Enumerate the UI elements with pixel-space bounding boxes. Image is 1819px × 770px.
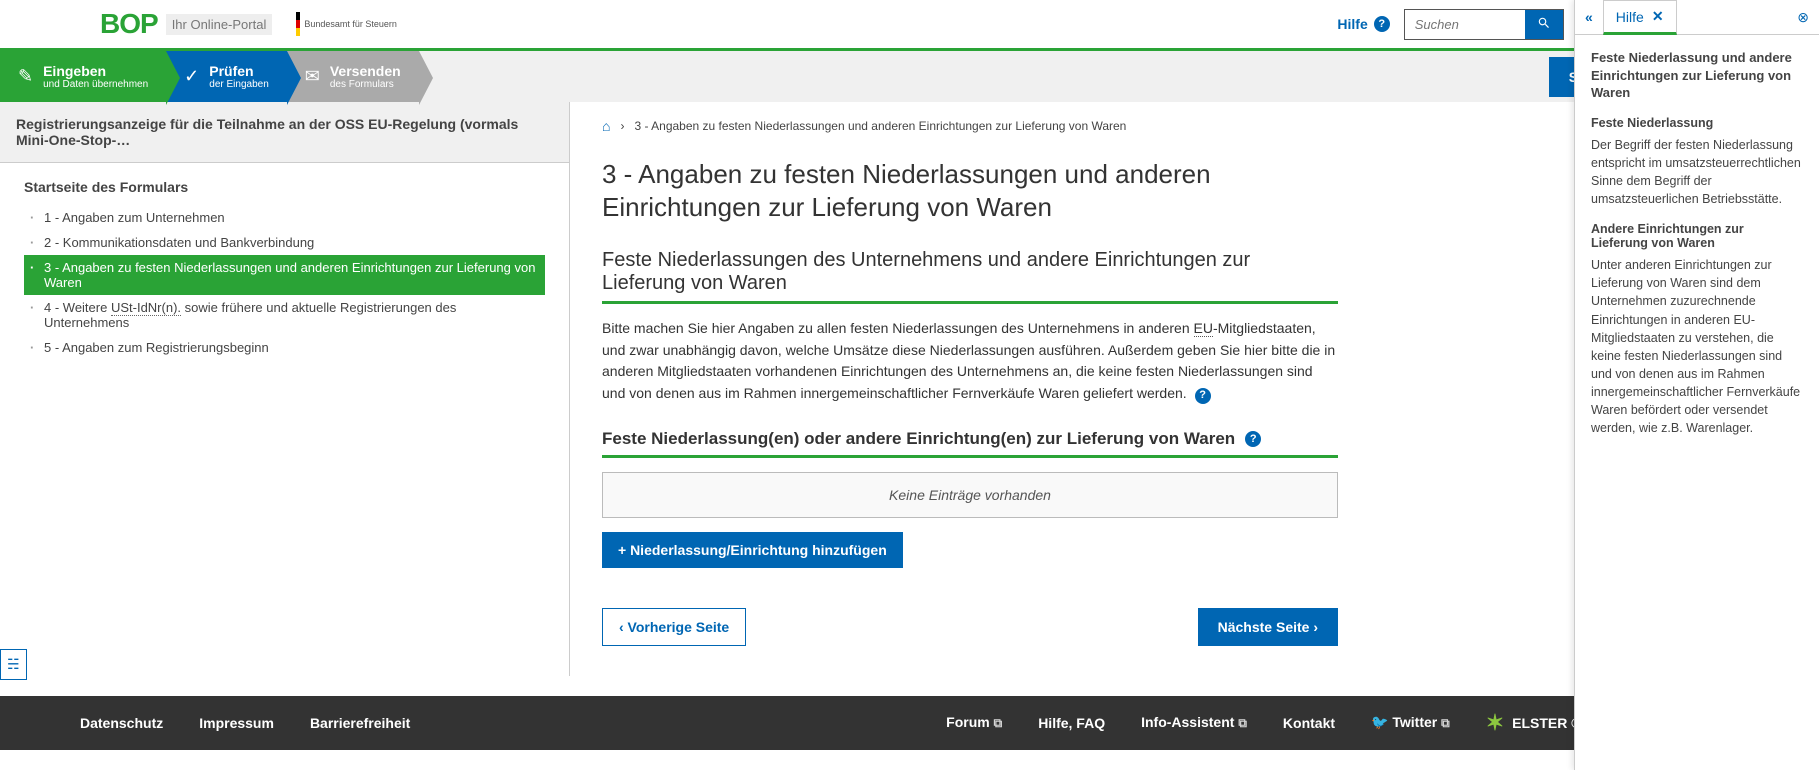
footer: Datenschutz Impressum Barrierefreiheit F… <box>0 696 1819 750</box>
breadcrumb: ⌂ › 3 - Angaben zu festen Niederlassunge… <box>602 118 1338 134</box>
question-icon[interactable]: ? <box>1245 431 1261 447</box>
help-tab[interactable]: Hilfe ✕ <box>1603 0 1677 35</box>
help-panel: « Hilfe ✕ ⊗ Feste Niederlassung und ande… <box>1574 0 1819 770</box>
flag-icon <box>296 12 300 36</box>
wizard-step-eingeben[interactable]: ✎ Eingebenund Daten übernehmen <box>0 51 166 102</box>
help-minimize-icon[interactable]: ⊗ <box>1787 3 1819 32</box>
app-header: BOP Ihr Online-Portal Bundesamt für Steu… <box>0 0 1819 51</box>
footer-elster: ✶ELSTER ® <box>1486 710 1582 736</box>
ust-abbr: USt-IdNr(n). <box>111 300 181 316</box>
wiz3-title: Versenden <box>330 63 401 79</box>
help-title: Feste Niederlassung und andere Einrichtu… <box>1591 49 1803 102</box>
external-icon: ⧉ <box>1441 716 1450 730</box>
section-description: Bitte machen Sie hier Angaben zu allen f… <box>602 318 1338 405</box>
external-icon: ⧉ <box>994 716 1003 730</box>
bund-label: Bundesamt für Steuern <box>304 19 397 29</box>
help-body: Feste Niederlassung und andere Einrichtu… <box>1575 35 1819 451</box>
footer-info[interactable]: Info-Assistent ⧉ <box>1141 714 1247 731</box>
footer-datenschutz[interactable]: Datenschutz <box>80 715 163 731</box>
next-page-button[interactable]: Nächste Seite › <box>1198 608 1338 646</box>
footer-twitter[interactable]: 🐦 Twitter ⧉ <box>1371 714 1450 731</box>
footer-barrierefreiheit[interactable]: Barrierefreiheit <box>310 715 410 731</box>
content: ⌂ › 3 - Angaben zu festen Niederlassunge… <box>570 102 1370 676</box>
footer-hilfe[interactable]: Hilfe, FAQ <box>1038 715 1105 731</box>
bop-logo: BOP <box>100 8 158 40</box>
empty-entries-box: Keine Einträge vorhanden <box>602 472 1338 518</box>
sidebar: Registrierungsanzeige für die Teilnahme … <box>0 102 570 676</box>
prev-page-button[interactable]: ‹ Vorherige Seite <box>602 608 746 646</box>
sidebar-collapse-tab[interactable]: ☵ <box>0 649 27 680</box>
wizard-step-pruefen[interactable]: ✓ Prüfender Eingaben <box>166 51 287 102</box>
page-title: 3 - Angaben zu festen Niederlassungen un… <box>602 158 1338 223</box>
home-icon[interactable]: ⌂ <box>602 118 610 134</box>
wiz1-sub: und Daten übernehmen <box>43 79 148 90</box>
nav-item-5[interactable]: 5 - Angaben zum Registrierungsbeginn <box>24 335 545 360</box>
close-icon[interactable]: ✕ <box>1652 8 1664 25</box>
wiz2-title: Prüfen <box>209 63 253 79</box>
twitter-icon: 🐦 <box>1371 714 1388 730</box>
wiz1-title: Eingeben <box>43 63 106 79</box>
nav-item-2[interactable]: 2 - Kommunikationsdaten und Bankverbindu… <box>24 230 545 255</box>
eu-abbr: EU <box>1194 320 1213 337</box>
search-button[interactable] <box>1525 10 1563 39</box>
nav-item-1[interactable]: 1 - Angaben zum Unternehmen <box>24 205 545 230</box>
star-icon: ✶ <box>1486 710 1504 736</box>
help-tabs: « Hilfe ✕ ⊗ <box>1575 0 1819 35</box>
wiz2-sub: der Eingaben <box>209 79 269 90</box>
help-tab-label: Hilfe <box>1616 9 1644 25</box>
logo-subtitle: Ihr Online-Portal <box>166 14 273 35</box>
search-box <box>1404 9 1564 40</box>
form-title: Registrierungsanzeige für die Teilnahme … <box>0 102 569 163</box>
logo-area: BOP Ihr Online-Portal Bundesamt für Steu… <box>100 8 397 40</box>
subsection-heading: Feste Niederlassung(en) oder andere Einr… <box>602 429 1338 458</box>
footer-impressum[interactable]: Impressum <box>199 715 274 731</box>
pager: ‹ Vorherige Seite Nächste Seite › <box>602 608 1338 646</box>
search-icon <box>1537 16 1551 30</box>
hilfe-link[interactable]: Hilfe ? <box>1337 16 1389 32</box>
bund-logo: Bundesamt für Steuern <box>296 12 397 36</box>
add-entry-button[interactable]: + Niederlassung/Einrichtung hinzufügen <box>602 532 903 568</box>
search-input[interactable] <box>1405 10 1525 39</box>
section-heading: Feste Niederlassungen des Unternehmens u… <box>602 249 1338 304</box>
nav-list: Startseite des Formulars 1 - Angaben zum… <box>0 163 569 376</box>
help-p1: Der Begriff der festen Niederlassung ent… <box>1591 136 1803 209</box>
help-h2: Andere Einrichtungen zur Lieferung von W… <box>1591 222 1803 250</box>
nav-head[interactable]: Startseite des Formulars <box>24 179 545 195</box>
help-expand-icon[interactable]: « <box>1575 1 1603 33</box>
check-icon: ✓ <box>184 66 199 87</box>
breadcrumb-sep: › <box>620 119 624 133</box>
wizard-bar: ✎ Eingebenund Daten übernehmen ✓ Prüfend… <box>0 51 1819 102</box>
help-p2: Unter anderen Einrichtungen zur Lieferun… <box>1591 256 1803 437</box>
send-icon: ✉ <box>305 66 320 87</box>
breadcrumb-current: 3 - Angaben zu festen Niederlassungen un… <box>634 119 1126 133</box>
main-area: Registrierungsanzeige für die Teilnahme … <box>0 102 1819 676</box>
nav-item-3[interactable]: 3 - Angaben zu festen Niederlassungen un… <box>24 255 545 295</box>
footer-kontakt[interactable]: Kontakt <box>1283 715 1335 731</box>
nav-item-4[interactable]: 4 - Weitere USt-IdNr(n). sowie frühere u… <box>24 295 545 335</box>
edit-icon: ✎ <box>18 66 33 87</box>
wizard-step-versenden: ✉ Versendendes Formulars <box>287 51 419 102</box>
bookmark-icon: ☵ <box>7 656 20 672</box>
help-h1: Feste Niederlassung <box>1591 116 1803 130</box>
question-icon[interactable]: ? <box>1195 388 1211 404</box>
wiz3-sub: des Formulars <box>330 79 401 90</box>
hilfe-label: Hilfe <box>1337 16 1367 32</box>
question-icon: ? <box>1374 16 1390 32</box>
footer-forum[interactable]: Forum ⧉ <box>946 714 1002 731</box>
external-icon: ⧉ <box>1238 716 1247 730</box>
